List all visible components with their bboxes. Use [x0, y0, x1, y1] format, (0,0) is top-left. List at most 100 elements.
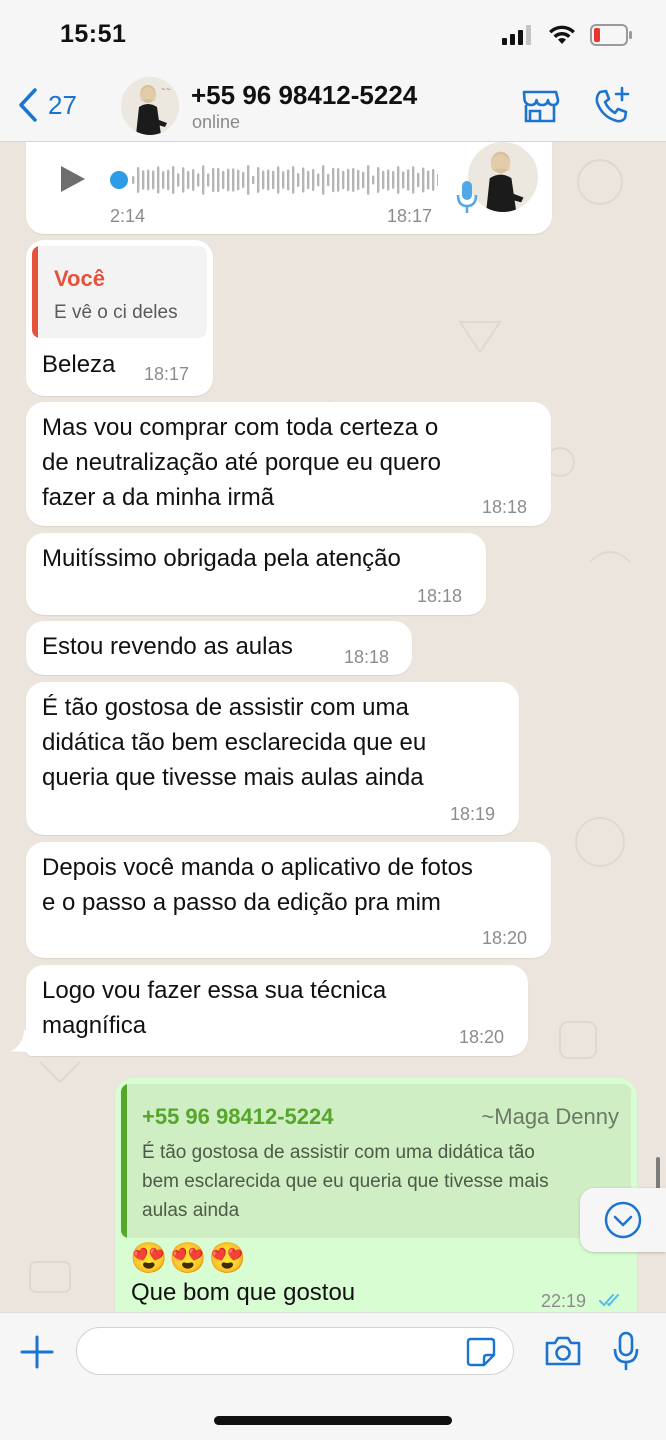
chat-header: 27 ~~ +55 96 98412-5224 online	[0, 72, 666, 142]
incoming-message[interactable]: Logo vou fazer essa sua técnica magnífic…	[26, 965, 528, 1056]
wifi-icon	[549, 25, 575, 44]
waveform-bar	[137, 167, 140, 193]
waveform-bar	[212, 167, 215, 193]
read-receipt-icon	[599, 1294, 619, 1307]
emoji-row: 😍😍😍	[130, 1242, 249, 1275]
waveform-bar	[372, 175, 375, 185]
add-call-icon[interactable]	[592, 86, 632, 126]
incoming-message[interactable]: Depois você manda o aplicativo de fotos …	[26, 842, 551, 958]
waveform-bar	[257, 167, 260, 193]
waveform-bar	[222, 170, 225, 190]
message-text: É tão gostosa de assistir com uma didáti…	[42, 694, 427, 791]
waveform-bar	[352, 168, 355, 192]
svg-text:~~: ~~	[161, 86, 171, 93]
waveform-bar	[262, 170, 265, 190]
profile-photo-icon: ~~	[121, 77, 179, 135]
message-text: Mas vou comprar com toda certeza o de ne…	[42, 414, 441, 511]
waveform-bar	[287, 169, 290, 191]
waveform-bar	[347, 168, 350, 192]
outgoing-message[interactable]: +55 96 98412-5224 ~Maga Denny É tão gost…	[115, 1078, 637, 1312]
profile-photo-icon	[468, 142, 538, 212]
incoming-message[interactable]: Muitíssimo obrigada pela atenção 18:18	[26, 533, 486, 615]
waveform-bar	[412, 166, 415, 194]
waveform-bar	[282, 171, 285, 189]
waveform-bar	[427, 170, 430, 190]
audio-progress-dot	[110, 171, 128, 189]
waveform-bar	[362, 171, 365, 189]
plus-icon[interactable]	[20, 1335, 54, 1369]
message-time: 18:18	[482, 497, 528, 517]
message-time: 18:20	[482, 928, 528, 948]
message-text: Estou revendo as aulas	[42, 633, 293, 660]
chevron-down-icon	[604, 1201, 642, 1239]
waveform-bar	[142, 170, 145, 190]
contact-avatar[interactable]: ~~	[121, 77, 179, 135]
waveform-bar	[277, 166, 280, 194]
waveform-bar	[192, 169, 195, 191]
status-icons	[502, 24, 632, 46]
waveform-bar	[272, 170, 275, 190]
waveform-bar	[392, 171, 395, 189]
status-bar: 15:51	[0, 0, 666, 72]
quote-accent-bar	[32, 246, 38, 338]
incoming-message[interactable]: Estou revendo as aulas 18:18	[26, 621, 412, 675]
waveform-bar	[197, 173, 200, 187]
incoming-message[interactable]: É tão gostosa de assistir com uma didáti…	[26, 682, 519, 835]
contact-status: online	[192, 112, 241, 132]
contact-name[interactable]: +55 96 98412-5224	[191, 80, 417, 111]
waveform-bar	[152, 170, 155, 190]
message-time: 18:17	[144, 364, 190, 384]
message-time: 18:19	[450, 804, 496, 824]
message-text: Muitíssimo obrigada pela atenção	[42, 545, 401, 572]
message-time: 18:17	[387, 206, 433, 226]
quoted-message[interactable]: Você E vê o ci deles	[32, 246, 207, 338]
waveform-bar	[417, 172, 420, 188]
waveform-bar	[147, 169, 150, 191]
business-store-icon[interactable]	[520, 86, 560, 126]
waveform-bar	[357, 169, 360, 191]
waveform-bar	[337, 168, 340, 192]
waveform-bar	[432, 169, 435, 191]
scroll-to-bottom-button[interactable]	[580, 1188, 666, 1252]
play-icon[interactable]	[58, 164, 88, 194]
waveform-bar	[232, 168, 235, 192]
camera-icon[interactable]	[544, 1335, 582, 1367]
incoming-message[interactable]: Mas vou comprar com toda certeza o de ne…	[26, 402, 551, 526]
audio-waveform[interactable]	[108, 160, 438, 200]
incoming-message[interactable]: Você E vê o ci deles Beleza 18:17	[26, 240, 213, 396]
message-text: Depois você manda o aplicativo de fotos …	[42, 854, 473, 916]
back-button[interactable]: 27	[18, 88, 77, 122]
waveform-bar	[367, 165, 370, 195]
waveform-bar	[217, 167, 220, 193]
microphone-icon[interactable]	[612, 1331, 640, 1371]
waveform-bar	[292, 166, 295, 194]
signal-icon	[502, 25, 531, 45]
waveform-bar	[237, 169, 240, 191]
chat-area[interactable]: 2:14 18:17 Você E vê o ci deles Beleza 1…	[0, 142, 666, 1312]
voice-message-bubble: 2:14 18:17	[26, 142, 552, 234]
waveform-bar	[247, 165, 250, 195]
quote-author: Você	[54, 266, 105, 291]
waveform-bar	[307, 170, 310, 190]
unread-count: 27	[48, 89, 77, 120]
waveform-bar	[387, 169, 390, 191]
battery-low-icon	[590, 24, 632, 46]
waveform-bar	[162, 171, 165, 189]
message-time: 18:20	[459, 1027, 505, 1047]
waveform-bar	[422, 167, 425, 193]
message-input[interactable]	[76, 1327, 514, 1375]
quoted-message[interactable]: +55 96 98412-5224 ~Maga Denny É tão gost…	[121, 1084, 631, 1238]
waveform-bar	[172, 165, 175, 195]
chevron-left-icon	[19, 88, 37, 122]
waveform-bar	[407, 169, 410, 191]
waveform-bar	[252, 175, 255, 185]
microphone-icon	[456, 181, 478, 213]
waveform-bar	[182, 167, 185, 193]
quote-accent-bar	[121, 1084, 127, 1238]
sticker-icon[interactable]	[466, 1337, 496, 1367]
message-time: 18:18	[344, 647, 390, 667]
waveform-bar	[132, 176, 135, 184]
waveform-bar	[332, 167, 335, 193]
message-time: 18:18	[417, 586, 463, 606]
waveform-bar	[382, 170, 385, 190]
